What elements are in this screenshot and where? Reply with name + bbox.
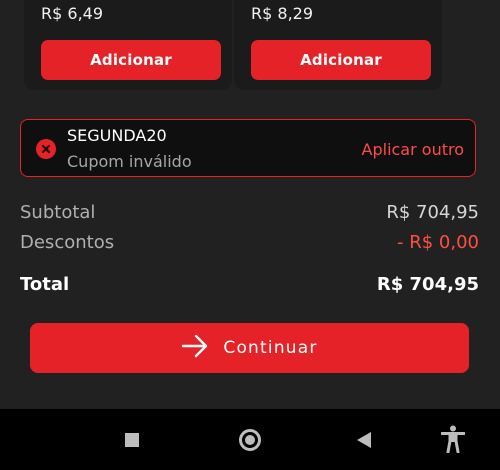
stop-square-icon[interactable] — [125, 433, 139, 447]
coupon-code: SEGUNDA20 — [67, 126, 167, 145]
continue-button[interactable]: Continuar — [30, 323, 469, 373]
product-price: R$ 8,29 — [251, 4, 314, 23]
total-label: Total — [20, 274, 70, 295]
subtotal-label: Subtotal — [20, 202, 96, 223]
accessibility-icon[interactable] — [440, 425, 466, 457]
back-triangle-icon[interactable] — [356, 431, 372, 453]
coupon-status: Cupom inválido — [67, 152, 192, 171]
arrow-right-icon — [181, 334, 209, 362]
discount-value: - R$ 0,00 — [397, 232, 479, 253]
subtotal-value: R$ 704,95 — [386, 202, 479, 223]
add-to-cart-button[interactable]: Adicionar — [41, 40, 221, 80]
home-circle-icon[interactable] — [239, 429, 261, 451]
system-navigation-bar — [0, 409, 500, 470]
discount-row: Descontos - R$ 0,00 — [20, 232, 479, 253]
product-price: R$ 6,49 — [41, 4, 104, 23]
total-value: R$ 704,95 — [376, 274, 479, 295]
subtotal-row: Subtotal R$ 704,95 — [20, 202, 479, 223]
continue-label: Continuar — [223, 338, 318, 358]
product-card: R$ 8,29 Adicionar — [234, 0, 442, 90]
apply-another-coupon-link[interactable]: Aplicar outro — [362, 140, 464, 159]
coupon-box: SEGUNDA20 Cupom inválido Aplicar outro — [20, 119, 476, 177]
add-to-cart-button[interactable]: Adicionar — [251, 40, 431, 80]
error-x-icon — [36, 139, 56, 159]
discount-label: Descontos — [20, 232, 115, 253]
total-row: Total R$ 704,95 — [20, 274, 479, 295]
product-card: R$ 6,49 Adicionar — [24, 0, 232, 90]
